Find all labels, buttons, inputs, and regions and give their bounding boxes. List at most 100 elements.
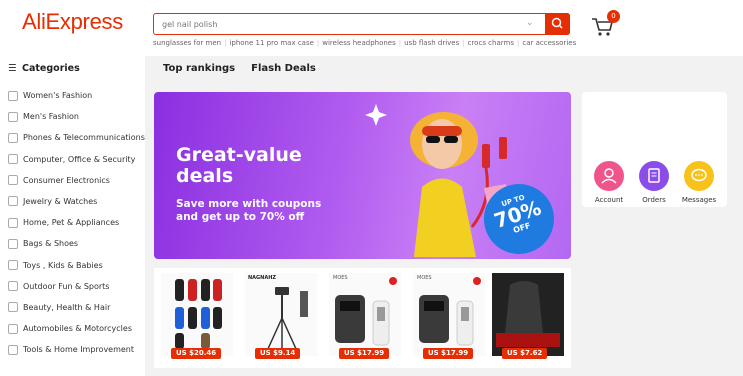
category-label: Computer, Office & Security [23, 154, 136, 164]
category-label: Men's Fashion [23, 112, 79, 122]
category-womens-fashion[interactable]: Women's Fashion [0, 85, 145, 106]
banner-subline: Save more with coupons and get up to 70%… [176, 198, 322, 223]
header: AliExpress ⌄ 0 sunglasses for men|iphone… [0, 0, 743, 56]
hot-searches: sunglasses for men | iphone 11 pro max cas… [153, 39, 583, 49]
hot-search-link[interactable]: car accessories [522, 39, 576, 47]
category-label: Toys , Kids & Babies [23, 260, 103, 270]
hot-search-link[interactable]: sunglasses for men [153, 39, 221, 47]
category-label: Outdoor Fun & Sports [23, 281, 110, 291]
shirt-icon [8, 111, 18, 122]
bag-icon [8, 238, 18, 249]
hot-search-link[interactable]: wireless headphones [322, 39, 396, 47]
tab-flash-deals[interactable]: Flash Deals [251, 63, 316, 74]
product-brand: MOES [417, 275, 432, 281]
account-card: Account Orders Messages [582, 92, 727, 207]
divider: | [316, 39, 320, 47]
product-image [492, 273, 564, 356]
product-card[interactable]: MOES US $17.99 [413, 273, 485, 359]
messages-icon [684, 161, 714, 191]
category-label: Bags & Shoes [23, 239, 79, 249]
dress-icon [8, 90, 18, 101]
product-image [335, 277, 397, 346]
price-tag: US $17.99 [423, 348, 474, 359]
category-label: Phones & Telecommunications [23, 133, 145, 143]
category-mens-fashion[interactable]: Men's Fashion [0, 106, 145, 127]
tab-bar: Top rankings Flash Deals [163, 63, 332, 74]
category-automobiles[interactable]: Automobiles & Motorcycles [0, 318, 145, 339]
banner-headline: Great-value deals [176, 144, 302, 187]
category-label: Home, Pet & Appliances [23, 218, 120, 228]
product-brand: MOES [333, 275, 348, 281]
category-bags[interactable]: Bags & Shoes [0, 233, 145, 254]
price-tag: US $9.14 [255, 348, 301, 359]
category-label: Tools & Home Improvement [23, 345, 135, 355]
product-image [419, 277, 481, 346]
category-electronics[interactable]: Consumer Electronics [0, 170, 145, 191]
category-home[interactable]: Home, Pet & Appliances [0, 212, 145, 233]
category-label: Jewelry & Watches [23, 196, 98, 206]
orders-icon [639, 161, 669, 191]
category-label: Women's Fashion [23, 91, 93, 100]
product-card[interactable]: US $7.62 [492, 273, 564, 359]
orders-shortcut[interactable]: Orders [634, 161, 674, 204]
messages-label: Messages [681, 196, 717, 204]
price-tag: US $20.46 [171, 348, 222, 359]
hot-search-link[interactable]: iphone 11 pro max case [229, 39, 313, 47]
laptop-icon [8, 154, 18, 165]
category-outdoor[interactable]: Outdoor Fun & Sports [0, 276, 145, 297]
account-shortcut[interactable]: Account [589, 161, 629, 204]
product-image [175, 279, 222, 349]
categories-header: ☰ Categories [8, 63, 80, 74]
category-label: Consumer Electronics [23, 175, 110, 185]
divider: | [516, 39, 520, 47]
baby-bottle-icon [8, 260, 18, 270]
product-card[interactable]: NAGNAHZ US $9.14 [245, 273, 317, 359]
steering-wheel-icon [8, 323, 18, 334]
ball-icon [8, 281, 18, 292]
messages-shortcut[interactable]: Messages [679, 161, 719, 204]
divider: | [462, 39, 465, 47]
cart-button[interactable]: 0 [590, 10, 620, 38]
price-tag: US $17.99 [339, 348, 390, 359]
category-phones[interactable]: Phones & Telecommunications [0, 127, 145, 148]
category-tools[interactable]: Tools & Home Improvement [0, 339, 145, 360]
hammer-icon [8, 344, 18, 355]
category-beauty[interactable]: Beauty, Health & Hair [0, 297, 145, 318]
menu-icon: ☰ [8, 63, 17, 74]
divider: | [224, 39, 227, 47]
search-icon [551, 17, 563, 29]
category-label: Automobiles & Motorcycles [23, 324, 132, 334]
product-image [266, 287, 308, 352]
phone-icon [8, 132, 18, 143]
camera-icon [8, 175, 18, 186]
product-card[interactable]: MOES US $17.99 [329, 273, 401, 359]
hot-search-link[interactable]: usb flash drives [404, 39, 459, 47]
product-card[interactable]: US $20.46 [161, 273, 233, 359]
search-bar: ⌄ [153, 13, 570, 35]
category-label: Beauty, Health & Hair [23, 302, 111, 312]
promo-banner[interactable]: Great-value deals Save more with coupons… [154, 92, 571, 259]
product-strip: US $20.46 NAGNAHZ US $9.14 MOES US $17.9… [154, 268, 571, 368]
cart-count-badge: 0 [607, 10, 620, 23]
categories-title: Categories [22, 63, 80, 74]
price-tag: US $7.62 [502, 348, 548, 359]
account-label: Account [594, 196, 624, 204]
aliexpress-logo[interactable]: AliExpress [22, 9, 123, 35]
chevron-down-icon[interactable]: ⌄ [526, 18, 534, 28]
orders-label: Orders [642, 196, 666, 204]
category-jewelry[interactable]: Jewelry & Watches [0, 191, 145, 212]
user-icon [594, 161, 624, 191]
ring-icon [8, 196, 18, 207]
divider: | [398, 39, 402, 47]
tab-top-rankings[interactable]: Top rankings [163, 63, 235, 74]
search-input[interactable] [162, 14, 532, 34]
sofa-icon [8, 217, 18, 228]
lipstick-icon [8, 302, 18, 313]
category-computer[interactable]: Computer, Office & Security [0, 149, 145, 170]
product-brand: NAGNAHZ [248, 275, 277, 281]
search-button[interactable] [545, 13, 570, 35]
hot-search-link[interactable]: crocs charms [468, 39, 514, 47]
categories-sidebar: ☰ Categories Women's Fashion Men's Fashio… [0, 56, 145, 376]
category-list: Women's Fashion Men's Fashion Phones & T… [0, 85, 145, 360]
category-toys[interactable]: Toys , Kids & Babies [0, 255, 145, 276]
